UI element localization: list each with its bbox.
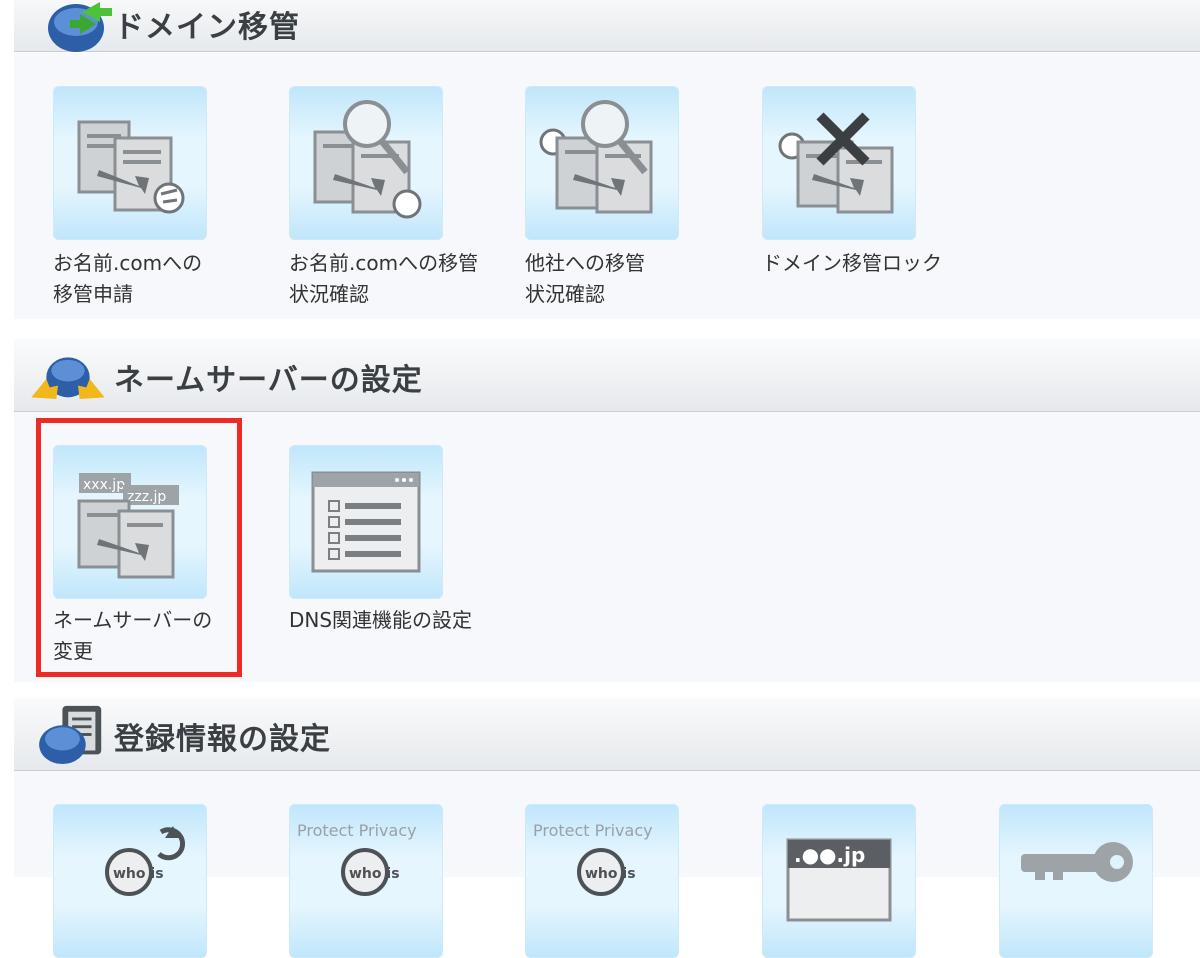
tile-label: 他社への移管 状況確認 [525, 251, 645, 306]
tile-label: ドメイン移管ロック [762, 251, 942, 275]
whois-badge: who is [349, 866, 400, 882]
protect-privacy-caption: Protect Privacy [533, 821, 653, 840]
highlight-box [36, 418, 242, 677]
jp-domain-caption: .●●.jp [794, 843, 865, 867]
whois-protect-privacy-icon[interactable]: Protect Privacy who is [289, 804, 443, 958]
server-transfer-hand-icon[interactable] [53, 86, 207, 240]
server-transfer-search-icon[interactable] [289, 86, 443, 240]
tile-label: お名前.comへの 移管申請 [53, 251, 203, 306]
jp-domain-window-icon[interactable]: .●●.jp [762, 804, 916, 958]
tile-label: DNS関連機能の設定 [289, 608, 473, 632]
left-gutter [0, 0, 12, 877]
globe-document-icon [39, 705, 102, 765]
section-header-registration: 登録情報の設定 [14, 698, 1200, 771]
section-title: ドメイン移管 [114, 10, 300, 45]
whois-refresh-icon[interactable]: who is [53, 804, 207, 958]
section-title: ネームサーバーの設定 [114, 363, 423, 398]
dns-checklist-window-icon[interactable] [289, 445, 443, 599]
protect-privacy-caption: Protect Privacy [297, 821, 417, 840]
section-header-transfer: ドメイン移管 [14, 0, 1200, 52]
globe-arrows-icon [48, 2, 112, 52]
whois-badge: who is [585, 866, 636, 882]
section-header-nameserver: ネームサーバーの設定 [14, 339, 1200, 412]
tile-label: お名前.comへの移管 状況確認 [289, 251, 479, 306]
whois-protect-privacy-icon[interactable]: Protect Privacy who is [525, 804, 679, 958]
server-transfer-lock-icon[interactable] [762, 86, 916, 240]
whois-badge: who is [113, 866, 164, 882]
server-outbound-search-icon[interactable] [525, 86, 679, 240]
section-title: 登録情報の設定 [114, 722, 331, 757]
globe-yellow-arrows-icon [31, 357, 105, 399]
key-icon[interactable] [999, 804, 1153, 958]
